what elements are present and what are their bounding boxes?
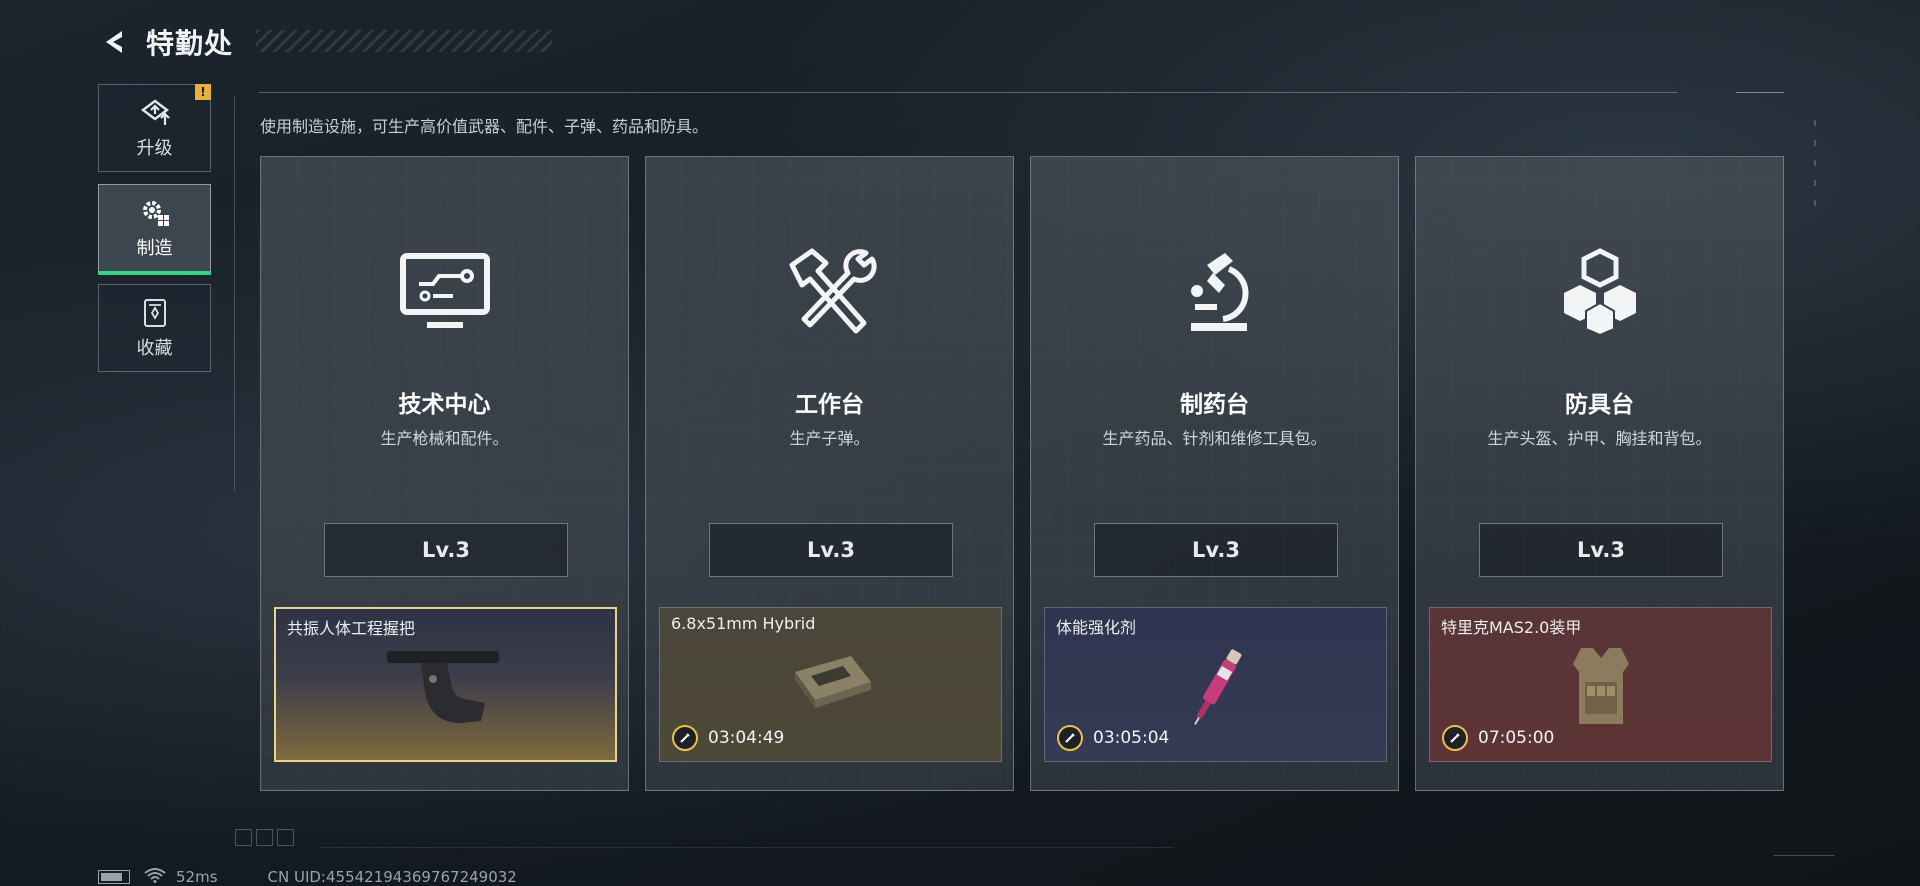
uid-text: CN UID:45542194369767249032 bbox=[267, 868, 517, 886]
status-bar: 52ms CN UID:45542194369767249032 bbox=[98, 867, 517, 886]
header: 特勤处 bbox=[98, 20, 552, 64]
sidebar-item-label: 收藏 bbox=[136, 338, 173, 359]
station-desc: 生产药品、针剂和维修工具包。 bbox=[1102, 429, 1327, 448]
level-button[interactable]: Lv.3 bbox=[709, 523, 953, 577]
level-button[interactable]: Lv.3 bbox=[1094, 523, 1338, 577]
battery-icon bbox=[98, 870, 130, 884]
armor-vest-image bbox=[1572, 648, 1629, 724]
station-name: 防具台 bbox=[1565, 392, 1634, 418]
collection-icon bbox=[138, 296, 172, 330]
side-decoration bbox=[1814, 120, 1816, 220]
station-desc: 生产枪械和配件。 bbox=[380, 429, 509, 448]
sidebar-item-craft[interactable]: 制造 bbox=[98, 184, 211, 275]
bottom-divider bbox=[320, 847, 1174, 848]
bottom-decoration bbox=[235, 829, 294, 846]
title-decoration bbox=[256, 30, 552, 52]
production-item-name: 特里克MAS2.0装甲 bbox=[1441, 618, 1582, 637]
station-cards: 技术中心 生产枪械和配件。 Lv.3 共振人体工程握把 工作台 生产子弹。 Lv… bbox=[260, 156, 1785, 791]
upgrade-icon bbox=[138, 96, 172, 130]
timer-icon bbox=[1442, 725, 1468, 751]
sidebar-item-collection[interactable]: 收藏 bbox=[98, 284, 211, 372]
production-slot[interactable]: 体能强化剂 03:05:04 bbox=[1044, 607, 1387, 762]
back-button[interactable] bbox=[98, 25, 132, 59]
microscope-icon bbox=[1165, 245, 1265, 341]
production-timer: 03:04:49 bbox=[672, 725, 784, 751]
ammo-box-image bbox=[794, 656, 871, 708]
production-slot[interactable]: 6.8x51mm Hybrid 03:04:49 bbox=[659, 607, 1002, 762]
timer-text: 07:05:00 bbox=[1478, 728, 1555, 748]
page-description: 使用制造设施，可生产高价值武器、配件、子弹、药品和防具。 bbox=[260, 117, 709, 136]
page-title: 特勤处 bbox=[146, 27, 234, 60]
station-card-tech-center[interactable]: 技术中心 生产枪械和配件。 Lv.3 共振人体工程握把 bbox=[260, 156, 629, 791]
grip-item-image bbox=[386, 651, 499, 723]
station-name: 技术中心 bbox=[398, 392, 491, 418]
station-name: 工作台 bbox=[795, 392, 864, 418]
alert-badge: ! bbox=[195, 84, 211, 100]
station-desc: 生产子弹。 bbox=[789, 429, 870, 448]
timer-text: 03:05:04 bbox=[1093, 728, 1170, 748]
sidebar-divider bbox=[234, 96, 235, 491]
top-divider bbox=[258, 92, 1678, 93]
timer-text: 03:04:49 bbox=[708, 728, 785, 748]
timer-icon bbox=[1057, 725, 1083, 751]
injector-item-image bbox=[1193, 649, 1241, 725]
station-card-workbench[interactable]: 工作台 生产子弹。 Lv.3 6.8x51mm Hybrid 03:04:49 bbox=[645, 156, 1014, 791]
production-timer: 07:05:00 bbox=[1442, 725, 1554, 751]
back-arrow-icon bbox=[106, 31, 122, 53]
top-divider-right bbox=[1736, 92, 1784, 93]
corner-decoration bbox=[1774, 855, 1834, 856]
wifi-icon bbox=[144, 867, 166, 886]
production-item-name: 共振人体工程握把 bbox=[287, 619, 416, 638]
production-item-name: 6.8x51mm Hybrid bbox=[671, 614, 816, 633]
station-desc: 生产头盔、护甲、胸挂和背包。 bbox=[1487, 429, 1712, 448]
sidebar-item-label: 升级 bbox=[136, 138, 173, 159]
production-slot[interactable]: 特里克MAS2.0装甲 07:05:00 bbox=[1429, 607, 1772, 762]
ping-text: 52ms bbox=[176, 868, 218, 886]
production-slot[interactable]: 共振人体工程握把 bbox=[274, 607, 617, 762]
level-button[interactable]: Lv.3 bbox=[324, 523, 568, 577]
timer-icon bbox=[672, 725, 698, 751]
cubes-icon bbox=[1550, 245, 1650, 341]
sidebar-item-upgrade[interactable]: ! 升级 bbox=[98, 84, 211, 172]
level-button[interactable]: Lv.3 bbox=[1479, 523, 1723, 577]
production-item-name: 体能强化剂 bbox=[1056, 618, 1137, 637]
monitor-icon bbox=[395, 245, 495, 341]
station-name: 制药台 bbox=[1180, 392, 1249, 418]
station-card-pharmacy[interactable]: 制药台 生产药品、针剂和维修工具包。 Lv.3 体能强化剂 03:05:04 bbox=[1030, 156, 1399, 791]
hammer-wrench-icon bbox=[780, 245, 880, 341]
production-timer: 03:05:04 bbox=[1057, 725, 1169, 751]
station-card-armor[interactable]: 防具台 生产头盔、护甲、胸挂和背包。 Lv.3 特里克MAS2.0装甲 07:0… bbox=[1415, 156, 1784, 791]
sidebar: ! 升级 制造 收藏 bbox=[98, 84, 211, 384]
craft-icon bbox=[138, 196, 172, 230]
sidebar-item-label: 制造 bbox=[136, 238, 173, 259]
